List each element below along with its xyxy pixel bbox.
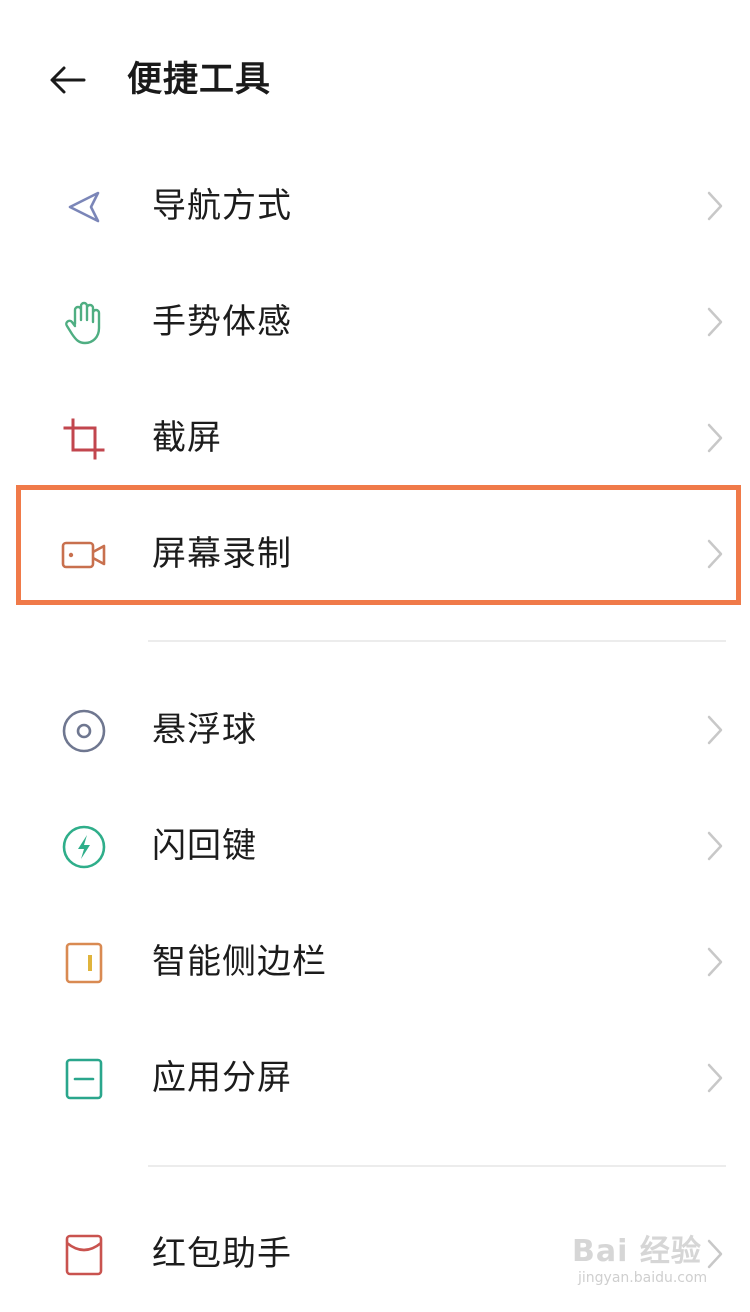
list-item-smart-sidebar[interactable]: 智能侧边栏 [0,904,750,1020]
split-screen-icon [58,1058,110,1100]
list-item-label: 手势体感 [152,302,292,342]
list-item-floating-ball[interactable]: 悬浮球 [0,672,750,788]
back-button[interactable] [40,55,96,105]
list-item-split-screen[interactable]: 应用分屏 [0,1020,750,1136]
video-camera-icon [58,534,110,576]
sidebar-icon [58,942,110,984]
list-item-label: 应用分屏 [152,1058,292,1098]
lightning-icon [58,825,110,869]
list-item-red-packet-assistant[interactable]: 红包助手 [0,1196,750,1312]
chevron-right-icon [700,536,730,572]
list-item-label: 闪回键 [152,826,257,866]
navigation-arrow-icon [58,186,110,228]
arrow-left-icon [50,66,86,94]
list-item-label: 屏幕录制 [152,534,292,574]
chevron-right-icon [700,188,730,224]
list-item-label: 导航方式 [152,186,292,226]
header: 便捷工具 [0,0,750,160]
list-item-navigation-mode[interactable]: 导航方式 [0,148,750,264]
chevron-right-icon [700,712,730,748]
floating-ball-icon [58,709,110,753]
list-item-screen-recording[interactable]: 屏幕录制 [0,496,750,612]
chevron-right-icon [700,944,730,980]
list-item-gesture[interactable]: 手势体感 [0,264,750,380]
list-item-label: 截屏 [152,418,222,458]
list-item-label: 悬浮球 [152,710,257,750]
chevron-right-icon [700,1060,730,1096]
list-item-label: 智能侧边栏 [152,942,327,982]
list-item-label: 红包助手 [152,1234,292,1274]
divider [148,1165,726,1167]
page-title: 便捷工具 [127,60,272,100]
list-item-screenshot[interactable]: 截屏 [0,380,750,496]
divider [148,640,726,642]
chevron-right-icon [700,304,730,340]
crop-icon [58,418,110,460]
chevron-right-icon [700,420,730,456]
chevron-right-icon [700,828,730,864]
envelope-icon [58,1234,110,1276]
hand-gesture-icon [58,301,110,345]
list-item-flashback-key[interactable]: 闪回键 [0,788,750,904]
chevron-right-icon [700,1236,730,1272]
